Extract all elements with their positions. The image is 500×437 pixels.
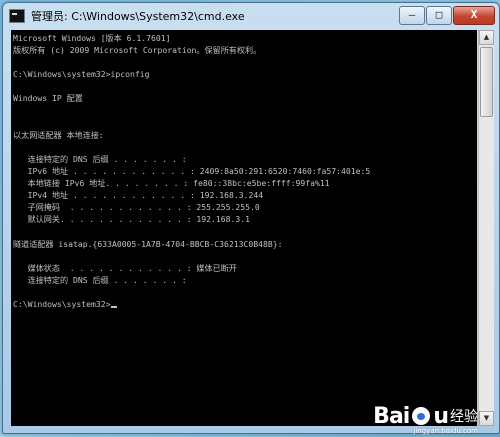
watermark-sub: 经验 (450, 409, 478, 425)
close-button[interactable]: X (453, 6, 495, 25)
console-line: 默认网关. . . . . . . . . . . . . : 192.168.… (13, 214, 251, 225)
console-line: 连接特定的 DNS 后缀 . . . . . . . : (13, 153, 187, 164)
console-output[interactable]: Microsoft Windows [版本 6.1.7601] 版权所有 (c) … (11, 30, 477, 426)
console-line: 媒体状态 . . . . . . . . . . . . : 媒体已断开 (13, 262, 237, 273)
scroll-up-button[interactable]: ▲ (479, 30, 494, 45)
console-line: 隧道适配器 isatap.{633A0005-1A7B-4704-BBCB-C3… (13, 238, 283, 249)
watermark-brand: Bai (373, 404, 410, 429)
vertical-scrollbar[interactable]: ▲ ▼ (478, 30, 494, 426)
baidu-jingyan-watermark: Bai u 经验 jingyan.baidu.com (373, 404, 478, 435)
text-cursor (111, 306, 118, 309)
console-line: IPv6 地址 . . . . . . . . . . . . : 2409:8… (13, 166, 371, 177)
console-line: 连接特定的 DNS 后缀 . . . . . . . : (13, 274, 187, 285)
scroll-thumb[interactable] (480, 47, 493, 117)
console-line: C:\Windows\system32> (13, 298, 477, 310)
console-line: 版权所有 (c) 2009 Microsoft Corporation。保留所有… (13, 45, 262, 56)
window-controls: — □ X (399, 6, 495, 25)
console-line: IPv4 地址 . . . . . . . . . . . . : 192.16… (13, 190, 264, 201)
cmd-window: 管理员: C:\Windows\System32\cmd.exe — □ X M… (2, 2, 500, 434)
paw-logo-icon (412, 407, 431, 425)
cmd-icon[interactable] (9, 9, 25, 23)
console-line: C:\Windows\system32>ipconfig (13, 69, 150, 80)
maximize-button[interactable]: □ (426, 6, 452, 25)
title-bar[interactable]: 管理员: C:\Windows\System32\cmd.exe — □ X (3, 3, 499, 29)
console-line: Microsoft Windows [版本 6.1.7601] (13, 33, 171, 43)
watermark-url: jingyan.baidu.com (413, 427, 478, 435)
window-title: 管理员: C:\Windows\System32\cmd.exe (31, 10, 245, 23)
console-line: Windows IP 配置 (13, 93, 83, 104)
console-text: Microsoft Windows [版本 6.1.7601] 版权所有 (c) … (11, 30, 477, 310)
console-line: 本地链接 IPv6 地址. . . . . . . . : fe80::38bc… (13, 178, 330, 189)
console-line: 子网掩码 . . . . . . . . . . . . : 255.255.2… (13, 202, 260, 213)
console-line: 以太网适配器 本地连接: (13, 129, 104, 140)
minimize-button[interactable]: — (399, 6, 425, 25)
scroll-down-button[interactable]: ▼ (479, 411, 494, 426)
watermark-brand-end: u (433, 404, 449, 429)
